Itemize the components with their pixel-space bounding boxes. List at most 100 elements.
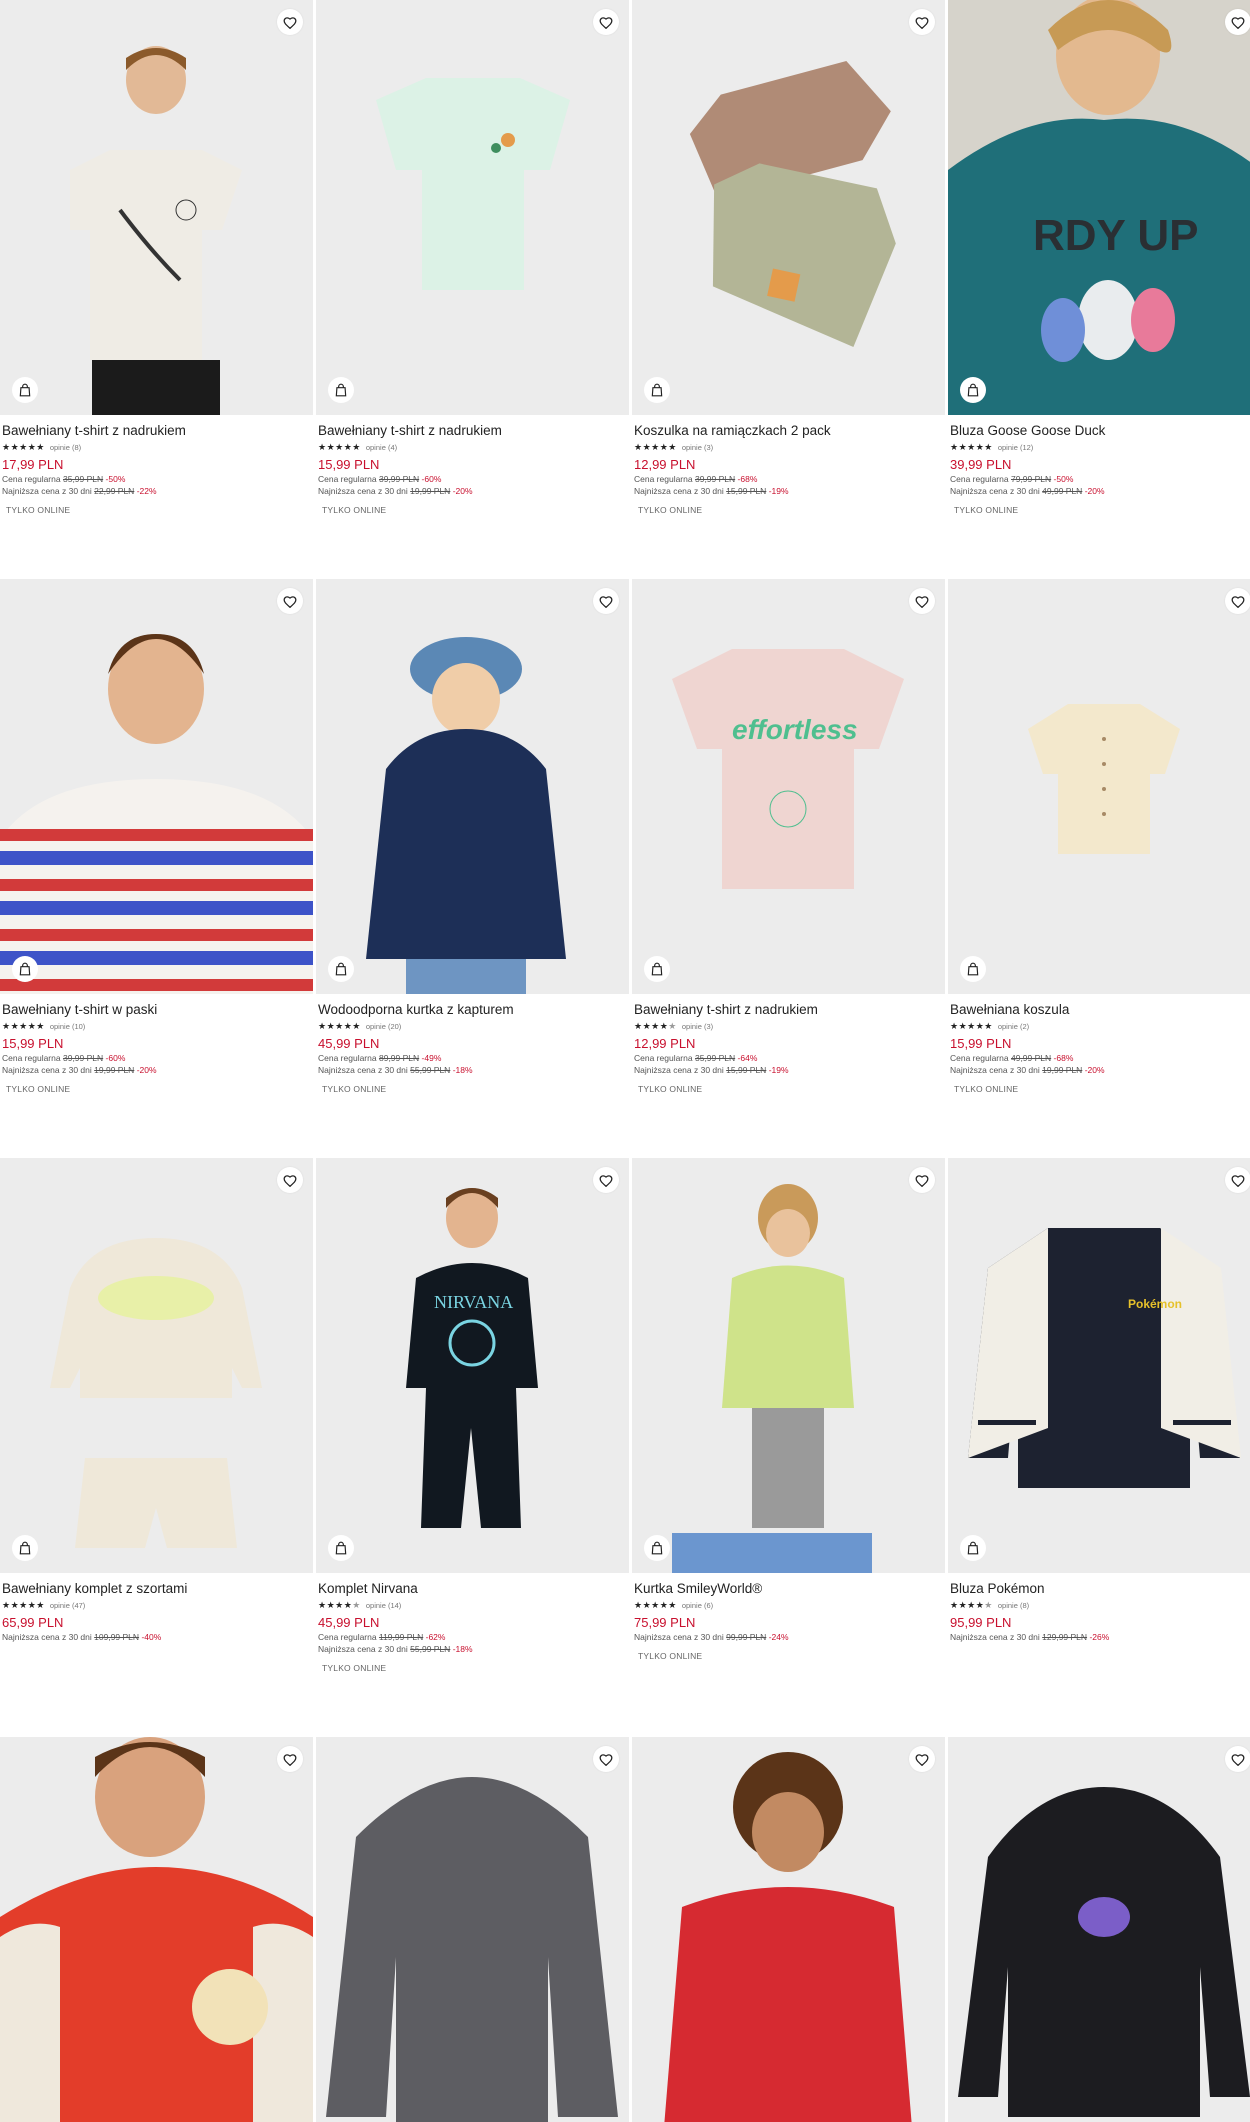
product-card[interactable]: NIRVANA Komplet Nirvana ★★★★★ opinie (14… xyxy=(316,1158,629,1673)
svg-text:Pokémon: Pokémon xyxy=(1128,1297,1182,1311)
heart-icon[interactable] xyxy=(277,588,303,614)
product-card[interactable] xyxy=(948,1737,1250,2122)
product-card[interactable]: effortless Bawełniany t-shirt z nadrukie… xyxy=(632,579,945,1094)
product-card[interactable] xyxy=(316,1737,629,2122)
product-image[interactable] xyxy=(948,1737,1250,2122)
review-count[interactable]: opinie (14) xyxy=(366,1601,401,1610)
product-card[interactable]: Bawełniany t-shirt z nadrukiem ★★★★★ opi… xyxy=(0,0,313,515)
shopping-bag-icon[interactable] xyxy=(960,1535,986,1561)
heart-icon[interactable] xyxy=(909,1746,935,1772)
heart-icon[interactable] xyxy=(593,588,619,614)
product-card[interactable]: Pokémon Bluza Pokémon ★★★★★ opinie (8) 9… xyxy=(948,1158,1250,1643)
product-title[interactable]: Bawełniany komplet z szortami xyxy=(2,1580,311,1597)
review-count[interactable]: opinie (12) xyxy=(998,443,1033,452)
shopping-bag-icon[interactable] xyxy=(644,956,670,982)
heart-icon[interactable] xyxy=(909,9,935,35)
heart-icon[interactable] xyxy=(277,1746,303,1772)
product-card[interactable] xyxy=(632,1737,945,2122)
product-title[interactable]: Bluza Goose Goose Duck xyxy=(950,422,1250,439)
product-title[interactable]: Kurtka SmileyWorld® xyxy=(634,1580,943,1597)
product-card[interactable]: Wodoodporna kurtka z kapturem ★★★★★ opin… xyxy=(316,579,629,1094)
product-image[interactable] xyxy=(948,579,1250,994)
lowest-discount: -19% xyxy=(768,486,789,496)
product-image[interactable] xyxy=(316,0,629,415)
heart-icon[interactable] xyxy=(277,9,303,35)
product-title[interactable]: Bawełniany t-shirt z nadrukiem xyxy=(318,422,627,439)
product-card[interactable]: Bawełniany t-shirt z nadrukiem ★★★★★ opi… xyxy=(316,0,629,515)
shopping-bag-icon[interactable] xyxy=(960,377,986,403)
shopping-bag-icon[interactable] xyxy=(328,1535,354,1561)
lowest-discount: -20% xyxy=(1084,1065,1105,1075)
product-image[interactable] xyxy=(0,0,313,415)
lowest-price: 19,99 PLN xyxy=(94,1065,135,1075)
heart-icon[interactable] xyxy=(277,1167,303,1193)
review-count[interactable]: opinie (3) xyxy=(682,443,713,452)
product-image[interactable]: effortless xyxy=(632,579,945,994)
shopping-bag-icon[interactable] xyxy=(328,377,354,403)
heart-icon[interactable] xyxy=(1225,588,1250,614)
shopping-bag-icon[interactable] xyxy=(12,1535,38,1561)
product-image[interactable] xyxy=(0,1158,313,1573)
product-image[interactable] xyxy=(632,1158,945,1573)
regular-price: 89,99 PLN xyxy=(378,1053,420,1063)
review-count[interactable]: opinie (8) xyxy=(998,1601,1029,1610)
shopping-bag-icon[interactable] xyxy=(644,377,670,403)
heart-icon[interactable] xyxy=(909,1167,935,1193)
product-title[interactable]: Bawełniany t-shirt z nadrukiem xyxy=(634,1001,943,1018)
product-title[interactable]: Komplet Nirvana xyxy=(318,1580,627,1597)
product-title[interactable]: Bawełniany t-shirt z nadrukiem xyxy=(2,422,311,439)
product-info: Bawełniany t-shirt z nadrukiem ★★★★★ opi… xyxy=(632,994,945,1094)
review-count[interactable]: opinie (2) xyxy=(998,1022,1029,1031)
product-title[interactable]: Koszulka na ramiączkach 2 pack xyxy=(634,422,943,439)
review-count[interactable]: opinie (47) xyxy=(50,1601,85,1610)
product-card[interactable] xyxy=(0,1737,313,2122)
product-card[interactable]: Bawełniany t-shirt w paski ★★★★★ opinie … xyxy=(0,579,313,1094)
heart-icon[interactable] xyxy=(909,588,935,614)
product-title[interactable]: Wodoodporna kurtka z kapturem xyxy=(318,1001,627,1018)
review-count[interactable]: opinie (20) xyxy=(366,1022,401,1031)
lowest-price-line: Najniższa cena z 30 dni 129,99 PLN -26% xyxy=(950,1632,1110,1642)
shopping-bag-icon[interactable] xyxy=(960,956,986,982)
review-count[interactable]: opinie (3) xyxy=(682,1022,713,1031)
product-image[interactable] xyxy=(632,1737,945,2122)
product-title[interactable]: Bluza Pokémon xyxy=(950,1580,1250,1597)
product-image[interactable]: NIRVANA xyxy=(316,1158,629,1573)
product-card[interactable]: Koszulka na ramiączkach 2 pack ★★★★★ opi… xyxy=(632,0,945,515)
product-image[interactable]: RDY UP xyxy=(948,0,1250,415)
product-image[interactable] xyxy=(0,1737,313,2122)
heart-icon[interactable] xyxy=(593,9,619,35)
product-title[interactable]: Bawełniana koszula xyxy=(950,1001,1250,1018)
product-card[interactable]: Bawełniana koszula ★★★★★ opinie (2) 15,9… xyxy=(948,579,1250,1094)
shopping-bag-icon[interactable] xyxy=(12,956,38,982)
heart-icon[interactable] xyxy=(1225,9,1250,35)
lowest-price-line: Najniższa cena z 30 dni 15,99 PLN -19% xyxy=(634,1065,789,1075)
heart-icon[interactable] xyxy=(1225,1167,1250,1193)
current-price: 75,99 PLN xyxy=(634,1615,696,1630)
product-card[interactable]: Kurtka SmileyWorld® ★★★★★ opinie (6) 75,… xyxy=(632,1158,945,1661)
regular-price: 39,99 PLN xyxy=(378,474,420,484)
product-card[interactable]: RDY UP Bluza Goose Goose Duck ★★★★★ opin… xyxy=(948,0,1250,515)
product-card[interactable]: Bawełniany komplet z szortami ★★★★★ opin… xyxy=(0,1158,313,1643)
product-photo xyxy=(632,1737,945,2122)
review-count[interactable]: opinie (8) xyxy=(50,443,81,452)
shopping-bag-icon[interactable] xyxy=(12,377,38,403)
product-image[interactable] xyxy=(0,579,313,994)
product-image[interactable] xyxy=(316,1737,629,2122)
heart-icon[interactable] xyxy=(593,1746,619,1772)
product-rating: ★★★★★ opinie (14) xyxy=(318,1598,627,1612)
shopping-bag-icon[interactable] xyxy=(328,956,354,982)
review-count[interactable]: opinie (10) xyxy=(50,1022,85,1031)
lowest-price-line: Najniższa cena z 30 dni 55,99 PLN -18% xyxy=(318,1644,473,1654)
heart-icon[interactable] xyxy=(593,1167,619,1193)
review-count[interactable]: opinie (4) xyxy=(366,443,397,452)
review-count[interactable]: opinie (6) xyxy=(682,1601,713,1610)
heart-icon[interactable] xyxy=(1225,1746,1250,1772)
product-title[interactable]: Bawełniany t-shirt w paski xyxy=(2,1001,311,1018)
product-rating: ★★★★★ opinie (4) xyxy=(318,440,627,454)
product-image[interactable] xyxy=(316,579,629,994)
online-only-badge: TYLKO ONLINE xyxy=(322,505,387,515)
product-image[interactable] xyxy=(632,0,945,415)
product-image[interactable]: Pokémon xyxy=(948,1158,1250,1573)
product-info: Bluza Goose Goose Duck ★★★★★ opinie (12)… xyxy=(948,415,1250,515)
shopping-bag-icon[interactable] xyxy=(644,1535,670,1561)
